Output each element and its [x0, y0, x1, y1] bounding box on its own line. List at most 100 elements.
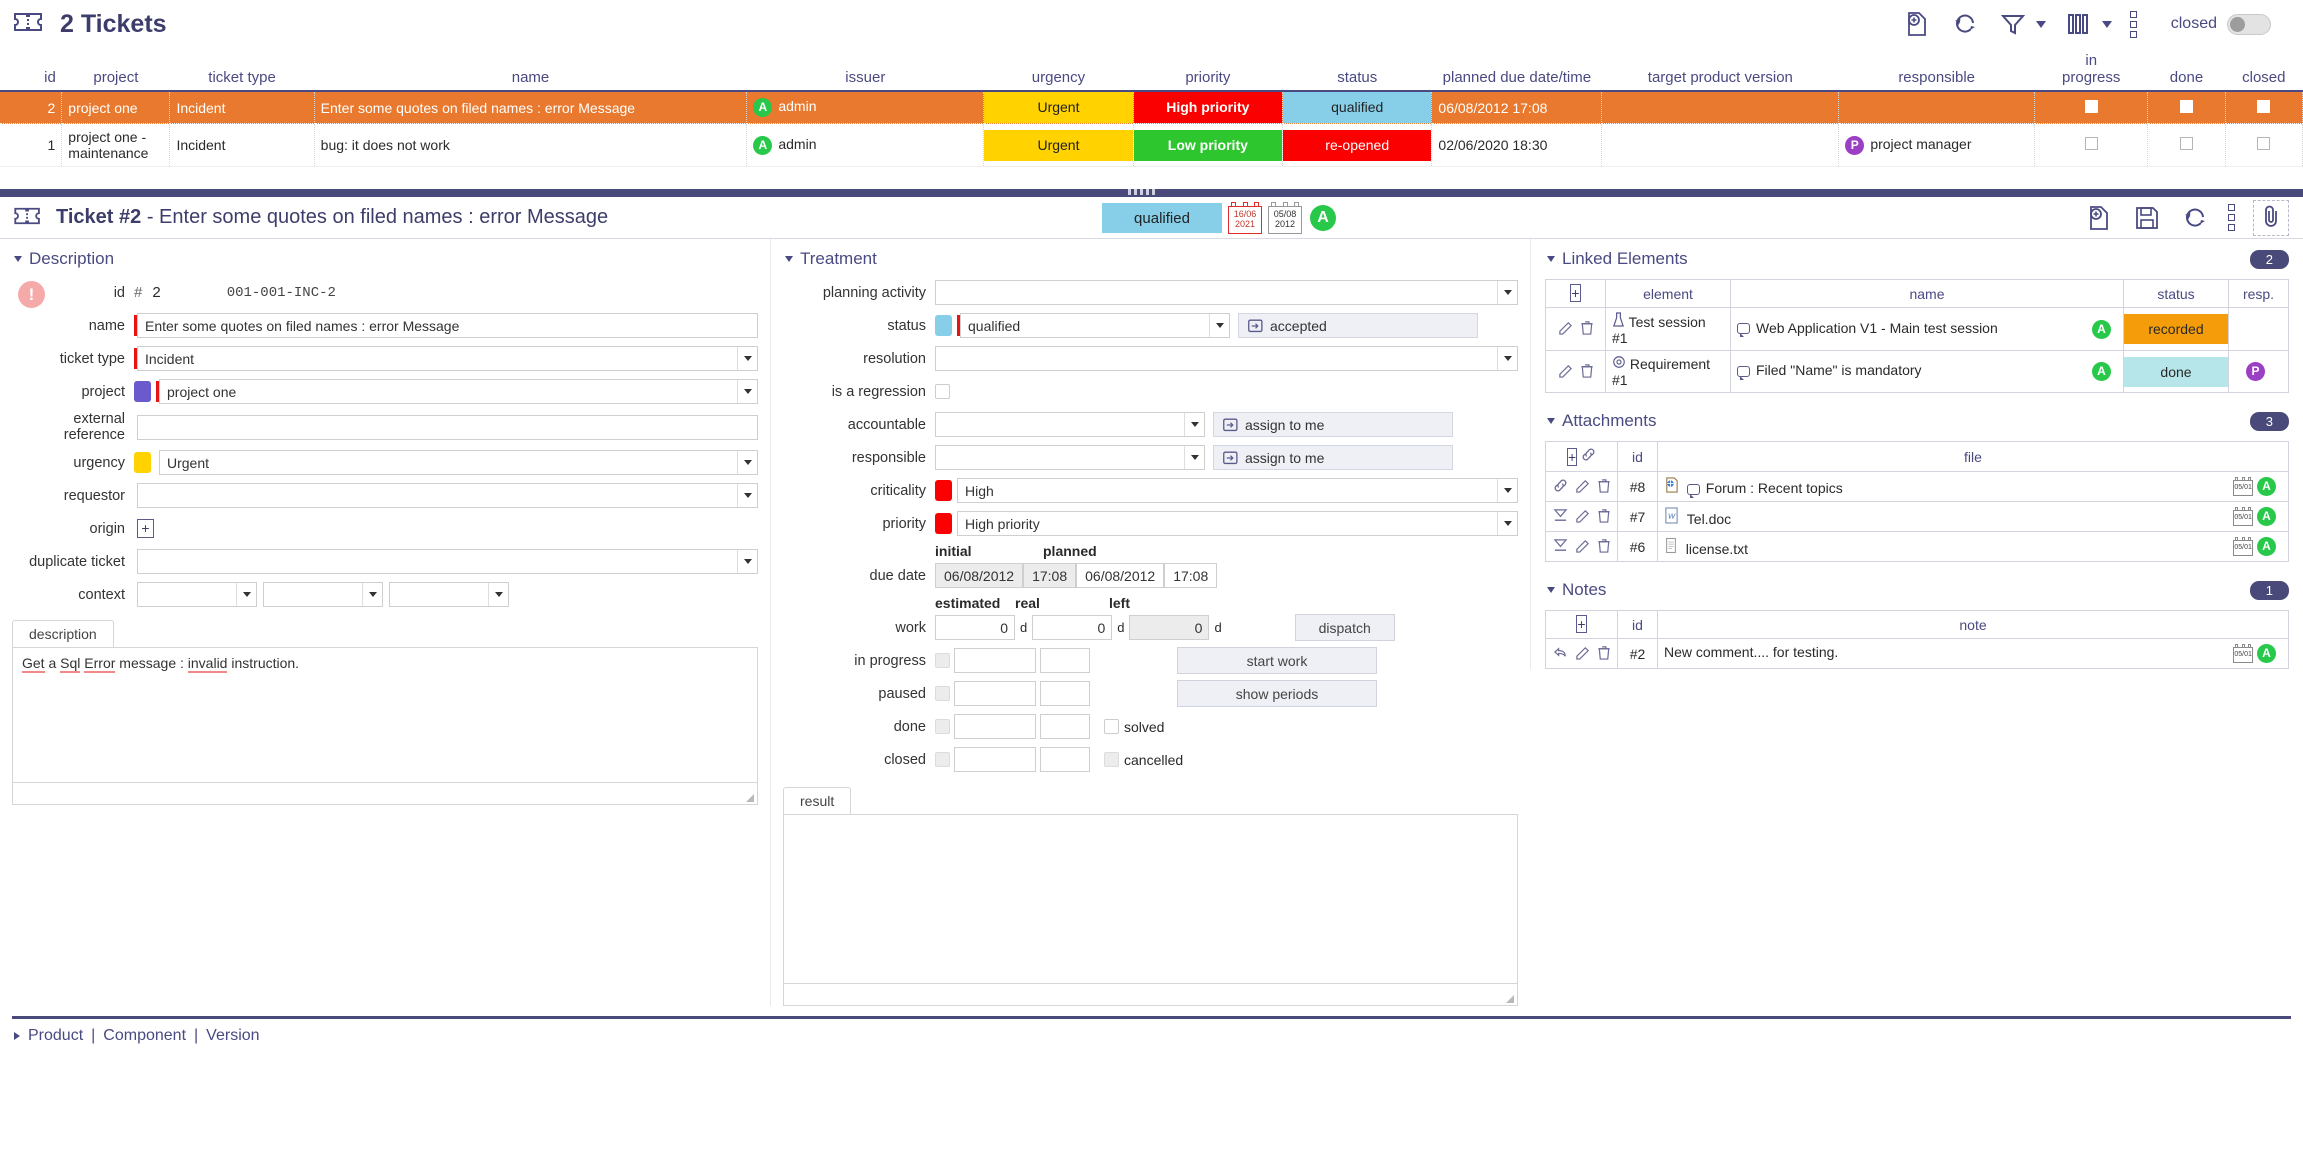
column-header-project[interactable]: project [62, 48, 170, 91]
calendar-due-icon[interactable]: 16/06 2021 [1228, 202, 1262, 234]
context-select-3[interactable] [389, 582, 509, 607]
chevron-down-icon[interactable] [737, 347, 757, 370]
cell-project[interactable]: project one [62, 91, 170, 124]
accountable-assign-to-me-button[interactable]: assign to me [1213, 412, 1453, 437]
column-header-name[interactable]: name [314, 48, 747, 91]
cell-in-progress[interactable] [2035, 124, 2148, 167]
due-planned-time[interactable]: 17:08 [1164, 563, 1217, 588]
work-estimated-input[interactable]: 0 [935, 615, 1015, 640]
delete-icon[interactable] [1597, 478, 1611, 496]
attachment-row-actions[interactable] [1546, 502, 1618, 532]
columns-icon[interactable] [2064, 9, 2094, 39]
cell-done[interactable] [2148, 91, 2225, 124]
delete-icon[interactable] [1597, 538, 1611, 556]
cell-name[interactable]: Enter some quotes on filed names : error… [314, 91, 747, 124]
in-progress-checkbox[interactable] [2085, 137, 2098, 150]
linked-element-type[interactable]: Requirement #1 [1606, 351, 1731, 393]
cell-issuer[interactable]: Aadmin [747, 91, 984, 124]
expand-triangle-icon[interactable] [14, 1032, 20, 1040]
is-a-regression-checkbox[interactable] [935, 384, 950, 399]
treatment-status-select[interactable]: qualified [960, 313, 1230, 338]
chevron-down-icon[interactable] [488, 583, 508, 606]
linked-row-actions[interactable] [1546, 308, 1606, 351]
cell-id[interactable]: 2 [0, 91, 62, 124]
attachment-file[interactable]: Forum : Recent topics05/01 A [1658, 472, 2289, 502]
closed-time[interactable] [1040, 747, 1090, 772]
delete-icon[interactable] [1597, 508, 1611, 526]
cell-priority[interactable]: Low priority [1133, 124, 1282, 167]
cell-name[interactable]: bug: it does not work [314, 124, 747, 167]
delete-icon[interactable] [1580, 363, 1594, 381]
cell-urgency[interactable]: Urgent [984, 124, 1133, 167]
edit-icon[interactable] [1575, 645, 1590, 663]
description-panel-title[interactable]: Description [14, 249, 758, 269]
linked-element-resp[interactable]: P [2229, 351, 2289, 393]
chevron-down-icon[interactable] [1497, 512, 1517, 535]
column-header-id[interactable]: id [1618, 442, 1658, 472]
add-page-icon[interactable] [2084, 203, 2114, 233]
add-row-button[interactable]: + [1576, 615, 1586, 633]
linked-add-header[interactable]: + [1546, 280, 1606, 308]
status-badge[interactable]: qualified [1102, 203, 1222, 233]
collapse-triangle-icon[interactable] [1547, 256, 1555, 262]
column-header-priority[interactable]: priority [1133, 48, 1282, 91]
cell-responsible[interactable] [1839, 91, 2035, 124]
in-progress-checkbox[interactable] [935, 653, 950, 668]
linked-element-name[interactable]: Web Application V1 - Main test sessionA [1731, 308, 2124, 351]
chevron-down-icon[interactable] [737, 380, 757, 403]
description-textarea[interactable]: Get a Sql Error message : invalid instru… [12, 647, 758, 783]
attachment-row-actions[interactable] [1546, 532, 1618, 562]
context-select-2[interactable] [263, 582, 383, 607]
done-date[interactable] [954, 714, 1036, 739]
link-icon[interactable] [1553, 478, 1568, 496]
refresh-icon[interactable] [2180, 203, 2210, 233]
name-input[interactable]: Enter some quotes on filed names : error… [137, 313, 758, 338]
cell-id[interactable]: 1 [0, 124, 62, 167]
link-icon[interactable] [1581, 449, 1596, 465]
add-row-button[interactable]: + [1570, 284, 1580, 302]
dispatch-button[interactable]: dispatch [1295, 614, 1395, 641]
origin-add-button[interactable]: + [137, 519, 154, 538]
column-header-closed[interactable]: closed [2225, 48, 2302, 91]
add-row-button[interactable]: + [1567, 448, 1577, 466]
column-header-issuer[interactable]: issuer [747, 48, 984, 91]
cell-target-version[interactable] [1602, 91, 1839, 124]
chevron-down-icon[interactable] [1209, 314, 1229, 337]
cell-responsible[interactable]: Pproject manager [1839, 124, 2035, 167]
download-icon[interactable] [1553, 538, 1568, 556]
cell-project[interactable]: project one - maintenance [62, 124, 170, 167]
description-resize-handle[interactable] [12, 783, 758, 805]
collapse-triangle-icon[interactable] [785, 256, 793, 262]
project-select[interactable]: project one [159, 379, 758, 404]
columns-dropdown-caret[interactable] [2102, 21, 2112, 28]
paused-date[interactable] [954, 681, 1036, 706]
table-row[interactable]: 2project oneIncidentEnter some quotes on… [0, 91, 2303, 124]
attachments-add-header[interactable]: + [1546, 442, 1618, 472]
download-icon[interactable] [1553, 508, 1568, 526]
treatment-priority-select[interactable]: High priority [957, 511, 1518, 536]
tab-result[interactable]: result [783, 787, 851, 814]
linked-element-status[interactable]: recorded [2124, 308, 2229, 351]
table-row[interactable]: 1project one - maintenanceIncidentbug: i… [0, 124, 2303, 167]
column-header-note[interactable]: note [1658, 611, 2289, 639]
linked-element-row[interactable]: Requirement #1Filed "Name" is mandatoryA… [1546, 351, 2289, 393]
cell-urgency[interactable]: Urgent [984, 91, 1133, 124]
column-header-in-progress[interactable]: inprogress [2035, 48, 2148, 91]
paperclip-icon[interactable] [2253, 200, 2289, 236]
resolution-select[interactable] [935, 346, 1518, 371]
tab-description[interactable]: description [12, 620, 114, 647]
refresh-icon[interactable] [1950, 9, 1980, 39]
note-row-actions[interactable] [1546, 639, 1618, 669]
closed-checkbox[interactable] [935, 752, 950, 767]
criticality-select[interactable]: High [957, 478, 1518, 503]
cell-done[interactable] [2148, 124, 2225, 167]
link-product[interactable]: Product [28, 1027, 83, 1045]
paused-checkbox[interactable] [935, 686, 950, 701]
context-select-1[interactable] [137, 582, 257, 607]
column-header-resp.[interactable]: resp. [2229, 280, 2289, 308]
show-periods-button[interactable]: show periods [1177, 680, 1377, 707]
chevron-down-icon[interactable] [737, 484, 757, 507]
collapse-triangle-icon[interactable] [1547, 418, 1555, 424]
link-component[interactable]: Component [103, 1027, 186, 1045]
link-version[interactable]: Version [206, 1027, 259, 1045]
